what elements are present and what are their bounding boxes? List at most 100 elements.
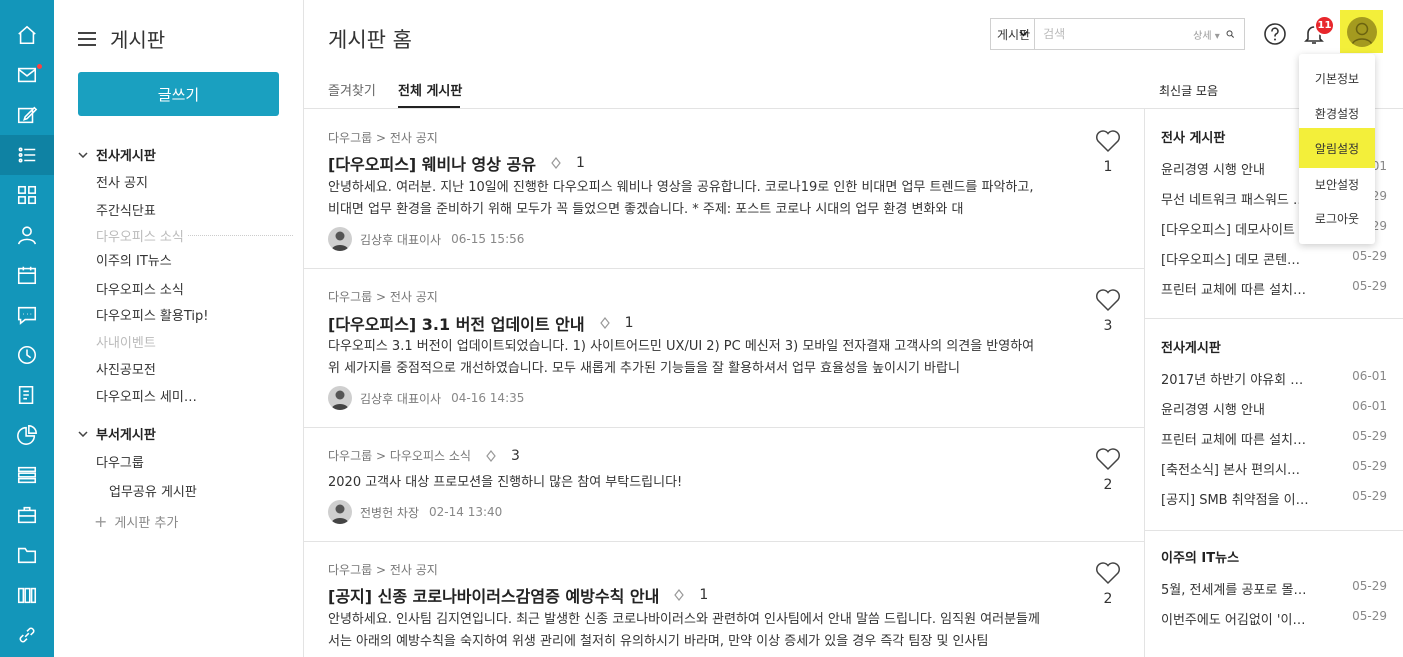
post-card[interactable]: 다우그룹 > 전사 공지 [다우오피스] 웨비나 영상 공유 1 안녕하세요. … [304, 109, 1144, 269]
nav-group-company[interactable]: 전사게시판 [78, 145, 156, 164]
edit-icon[interactable] [0, 95, 54, 135]
report-icon[interactable] [0, 375, 54, 415]
tab-favorites[interactable]: 즐겨찾기 [328, 80, 376, 99]
nav-item-photo-contest[interactable]: 사진공모전 [96, 359, 156, 378]
help-icon[interactable] [1263, 22, 1287, 46]
nav-item-daou-tip[interactable]: 다우오피스 활용Tip! [96, 305, 208, 324]
search-bar: 게시판 상세 ▾ [990, 18, 1245, 50]
like-button[interactable]: 2 [1095, 447, 1121, 493]
comment-count: 3 [510, 447, 520, 464]
post-title[interactable]: [다우오피스] 웨비나 영상 공유 1 [328, 151, 585, 175]
post-excerpt[interactable]: 2020 고객사 대상 프로모션을 진행하니 많은 참여 부탁드립니다! [328, 472, 1048, 494]
board-list-icon[interactable] [0, 135, 54, 175]
post-card[interactable]: 다우그룹 > 전사 공지 [공지] 신종 코로나바이러스감염증 예방수칙 안내 … [304, 542, 1144, 657]
latest-row-title: 프린터 교체에 따른 설치… [1161, 283, 1306, 298]
latest-row[interactable]: 프린터 교체에 따른 설치… 05-29 [1161, 279, 1387, 298]
like-button[interactable]: 3 [1095, 288, 1121, 334]
add-board-button[interactable]: + 게시판 추가 [94, 512, 178, 531]
nav-item-work-share[interactable]: 업무공유 게시판 [109, 481, 197, 500]
latest-row-title: 이번주에도 어김없이 '이… [1161, 613, 1306, 628]
post-author[interactable]: 김상후 대표이사 [360, 231, 441, 248]
latest-row[interactable]: 이번주에도 어김없이 '이… 05-29 [1161, 609, 1387, 628]
search-detail-toggle[interactable]: 상세 ▾ [1193, 27, 1220, 42]
comment-count: 1 [624, 315, 634, 331]
chevron-down-icon [78, 151, 88, 158]
latest-section-title[interactable]: 전사게시판 [1161, 337, 1221, 356]
latest-row-title: [다우오피스] 데모사이트 … [1161, 223, 1313, 238]
post-meta: 김상후 대표이사 04-16 14:35 [328, 386, 524, 410]
search-icon[interactable] [1226, 27, 1234, 41]
profile-button[interactable] [1340, 10, 1383, 53]
post-time: 04-16 14:35 [451, 391, 525, 405]
latest-row-title: 윤리경영 시행 안내 [1161, 163, 1265, 178]
chart-icon[interactable] [0, 415, 54, 455]
comment-count: 1 [575, 155, 585, 171]
nav-item-notice[interactable]: 전사 공지 [96, 172, 148, 191]
post-card[interactable]: 다우그룹 > 전사 공지 [다우오피스] 3.1 버전 업데이트 안내 1 다우… [304, 269, 1144, 428]
latest-row[interactable]: 5월, 전세계를 공포로 몰… 05-29 [1161, 579, 1387, 598]
latest-section-title[interactable]: 전사 게시판 [1161, 127, 1225, 146]
like-button[interactable]: 1 [1095, 129, 1121, 175]
post-author[interactable]: 김상후 대표이사 [360, 390, 441, 407]
list-icon[interactable] [0, 455, 54, 495]
menu-item-notifications[interactable]: 알림설정 [1299, 128, 1375, 168]
nav-item-daou-news[interactable]: 다우오피스 소식 [96, 279, 184, 298]
latest-row[interactable]: [공지] SMB 취약점을 이… 05-29 [1161, 489, 1387, 508]
briefcase-icon[interactable] [0, 495, 54, 535]
hamburger-icon[interactable] [78, 31, 96, 46]
latest-row[interactable]: [다우오피스] 데모 콘텐… 05-29 [1161, 249, 1387, 268]
comment-icon [486, 449, 496, 462]
post-title[interactable]: [다우오피스] 3.1 버전 업데이트 안내 1 [328, 311, 634, 335]
latest-section: 이주의 IT뉴스 5월, 전세계를 공포로 몰… 05-29 이번주에도 어김없이… [1145, 531, 1403, 657]
menu-item-preferences[interactable]: 환경설정 [1299, 93, 1375, 133]
latest-row-title: [축전소식] 본사 편의시… [1161, 463, 1301, 478]
board-nav: 게시판 글쓰기 전사게시판 전사 공지 주간식단표 다우오피스 소식 이주의 I… [54, 0, 304, 657]
post-meta: 전병헌 차장 02-14 13:40 [328, 500, 502, 524]
calendar-icon[interactable] [0, 255, 54, 295]
search-input[interactable] [1035, 19, 1194, 49]
mail-icon[interactable] [0, 55, 54, 95]
post-time: 02-14 13:40 [429, 505, 503, 519]
home-icon[interactable] [0, 15, 54, 55]
latest-row-date: 05-29 [1352, 489, 1387, 503]
menu-item-logout[interactable]: 로그아웃 [1299, 198, 1375, 238]
latest-row[interactable]: 프린터 교체에 따른 설치… 05-29 [1161, 429, 1387, 448]
heart-icon [1096, 448, 1120, 471]
comment-icon [674, 589, 685, 601]
latest-row[interactable]: 윤리경영 시행 안내 06-01 [1161, 399, 1387, 418]
nav-item-menu[interactable]: 주간식단표 [96, 200, 156, 219]
post-feed: 다우그룹 > 전사 공지 [다우오피스] 웨비나 영상 공유 1 안녕하세요. … [304, 109, 1144, 657]
person-icon[interactable] [0, 215, 54, 255]
post-author[interactable]: 전병헌 차장 [360, 504, 419, 521]
latest-row[interactable]: 2017년 하반기 야유회 … 06-01 [1161, 369, 1387, 388]
profile-menu: 기본정보 환경설정 알림설정 보안설정 로그아웃 [1299, 54, 1375, 244]
heart-icon [1096, 562, 1120, 585]
avatar [1346, 16, 1377, 47]
latest-row-date: 05-29 [1352, 249, 1387, 263]
post-title[interactable]: [공지] 신종 코로나바이러스감염증 예방수칙 안내 1 [328, 583, 708, 607]
nav-item-seminar[interactable]: 다우오피스 세미… [96, 386, 197, 405]
post-card[interactable]: 다우그룹 > 다우오피스 소식 3 2020 고객사 대상 프로모션을 진행하니… [304, 428, 1144, 542]
nav-item-it-news[interactable]: 이주의 IT뉴스 [96, 250, 172, 269]
building-icon[interactable] [0, 575, 54, 615]
latest-section-title[interactable]: 이주의 IT뉴스 [1161, 547, 1239, 566]
icon-rail [0, 0, 54, 657]
nav-group-department[interactable]: 부서게시판 [78, 424, 156, 443]
comment-icon [551, 157, 561, 169]
latest-row-title: [공지] SMB 취약점을 이… [1161, 493, 1309, 508]
like-button[interactable]: 2 [1095, 561, 1121, 607]
tab-all-boards[interactable]: 전체 게시판 [398, 80, 462, 99]
latest-row-title: 프린터 교체에 따른 설치… [1161, 433, 1306, 448]
latest-row[interactable]: [축전소식] 본사 편의시… 05-29 [1161, 459, 1387, 478]
menu-item-profile[interactable]: 기본정보 [1299, 58, 1375, 98]
chat-icon[interactable] [0, 295, 54, 335]
like-count: 2 [1103, 477, 1113, 493]
nav-item-daou-group[interactable]: 다우그룹 [96, 452, 144, 471]
search-scope-select[interactable]: 게시판 [991, 19, 1036, 49]
apps-icon[interactable] [0, 175, 54, 215]
link-icon[interactable] [0, 615, 54, 655]
write-button[interactable]: 글쓰기 [78, 72, 279, 116]
clock-icon[interactable] [0, 335, 54, 375]
folder-icon[interactable] [0, 535, 54, 575]
add-board-label: 게시판 추가 [114, 516, 179, 531]
